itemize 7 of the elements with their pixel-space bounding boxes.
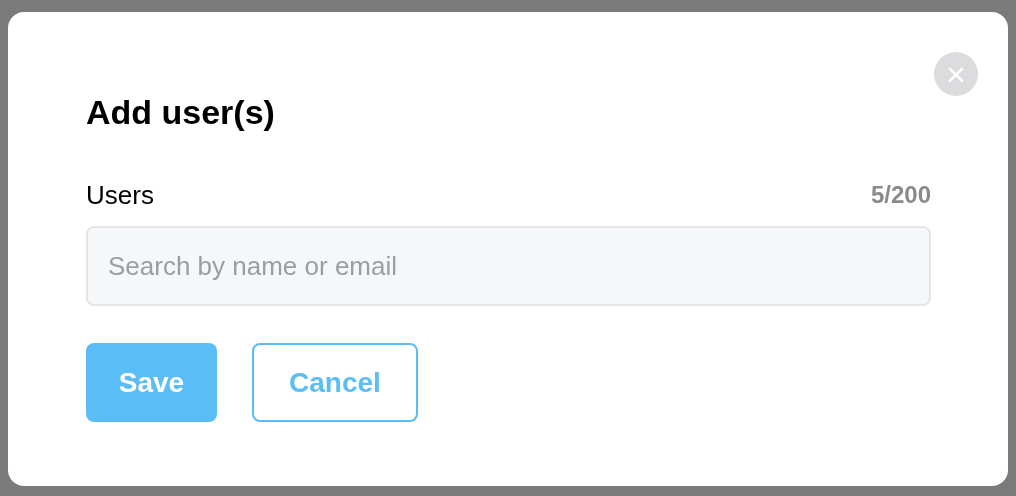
user-count: 5/200 [870,180,931,210]
search-field[interactable]: Search by name or email [86,226,931,306]
dialog-title: Add user(s) [86,92,276,133]
cancel-button[interactable]: Cancel [252,343,418,422]
close-button[interactable]: × [934,52,978,96]
field-label: Users [86,179,154,212]
save-button[interactable]: Save [86,343,217,422]
